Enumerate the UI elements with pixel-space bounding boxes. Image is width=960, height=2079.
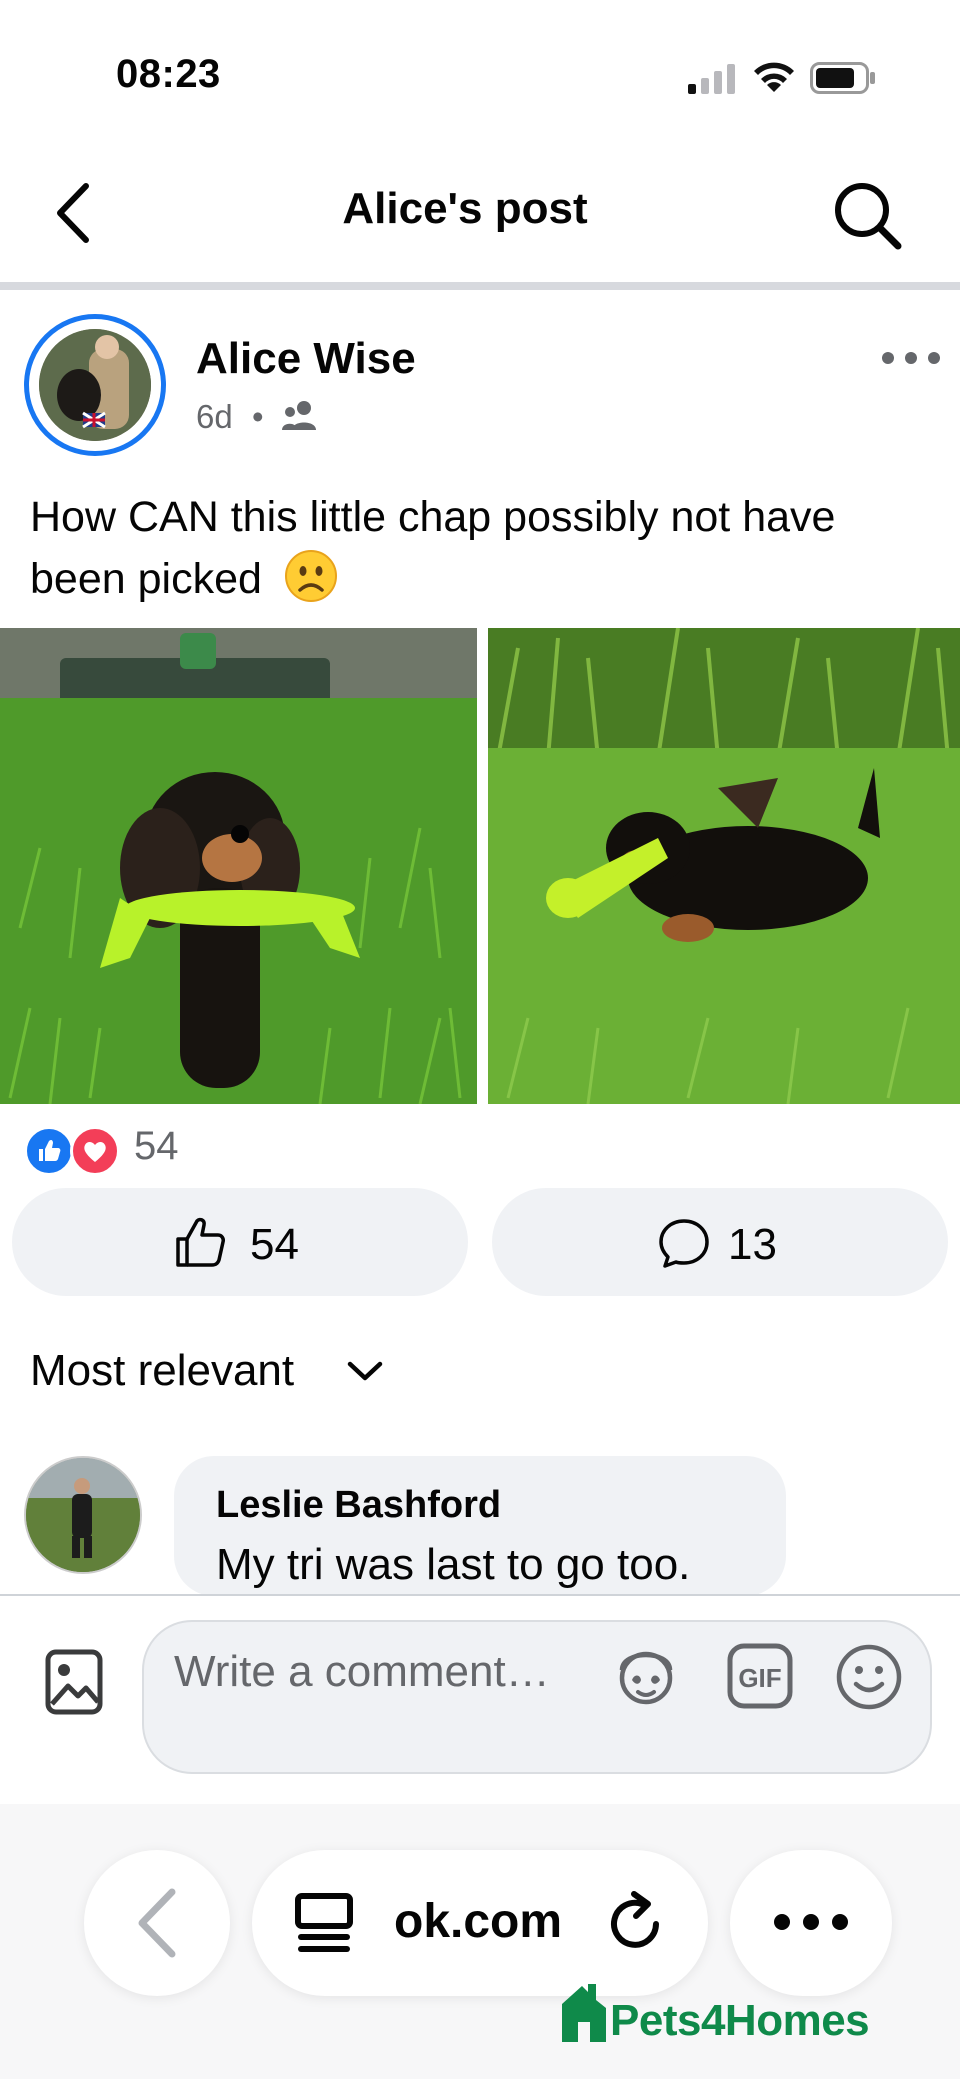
audience-friends-icon <box>282 401 316 430</box>
post-text: How CAN this little chap possibly not ha… <box>30 486 940 610</box>
avatar-sticker-icon[interactable] <box>610 1640 682 1712</box>
nav-divider <box>0 282 960 290</box>
comment-count: 13 <box>728 1220 777 1269</box>
more-options-icon[interactable] <box>880 348 942 368</box>
like-count: 54 <box>250 1220 299 1269</box>
tabs-icon <box>295 1893 353 1952</box>
battery-icon <box>810 62 875 94</box>
avatar-photo <box>39 329 151 441</box>
comment-sort-label[interactable]: Most relevant <box>30 1346 294 1396</box>
like-reaction-icon[interactable] <box>24 1126 74 1176</box>
watermark-text: Pets4Homes <box>610 1996 870 2045</box>
emoji-icon[interactable] <box>834 1642 904 1712</box>
author-name[interactable]: Alice Wise <box>196 334 416 384</box>
comment-field[interactable] <box>142 1620 932 1774</box>
reload-icon[interactable] <box>604 1890 670 1956</box>
post-photo-2[interactable] <box>488 628 960 1104</box>
gif-icon[interactable]: GIF <box>726 1642 794 1710</box>
image-icon[interactable] <box>44 1646 104 1718</box>
page-title: Alice's post <box>342 184 588 233</box>
like-button[interactable]: 54 <box>12 1188 468 1296</box>
comment-input[interactable] <box>174 1642 594 1702</box>
browser-more-icon <box>774 1914 848 1930</box>
love-reaction-icon[interactable] <box>70 1126 120 1176</box>
post-body: How CAN this little chap possibly not ha… <box>30 493 836 603</box>
search-icon[interactable] <box>830 178 906 254</box>
comment-button[interactable]: 13 <box>492 1188 948 1296</box>
browser-back-button[interactable] <box>84 1850 230 1996</box>
browser-back-icon <box>138 1888 176 1958</box>
pets4homes-logo-icon <box>562 1984 606 2042</box>
wifi-icon <box>754 62 794 92</box>
comment-author[interactable]: Leslie Bashford <box>216 1484 501 1527</box>
sad-emoji <box>284 549 338 603</box>
meta-separator: • <box>252 398 264 435</box>
commenter-avatar[interactable] <box>24 1456 142 1574</box>
url-text: ok.com <box>394 1895 563 1948</box>
svg-text:GIF: GIF <box>738 1663 781 1693</box>
browser-more-button[interactable] <box>730 1850 892 1996</box>
comment-icon <box>659 1219 709 1268</box>
author-avatar[interactable] <box>24 314 166 456</box>
post-timestamp[interactable]: 6d <box>196 398 233 436</box>
post-photo-1[interactable] <box>0 628 477 1104</box>
chevron-down-icon[interactable] <box>344 1356 386 1386</box>
browser-url-bar[interactable]: ok.com <box>252 1850 708 1996</box>
reaction-count[interactable]: 54 <box>134 1124 179 1169</box>
status-time: 08:23 <box>116 52 221 96</box>
signal-icon <box>688 64 735 94</box>
like-icon <box>176 1217 225 1267</box>
comment-text: My tri was last to go too. <box>216 1540 691 1589</box>
